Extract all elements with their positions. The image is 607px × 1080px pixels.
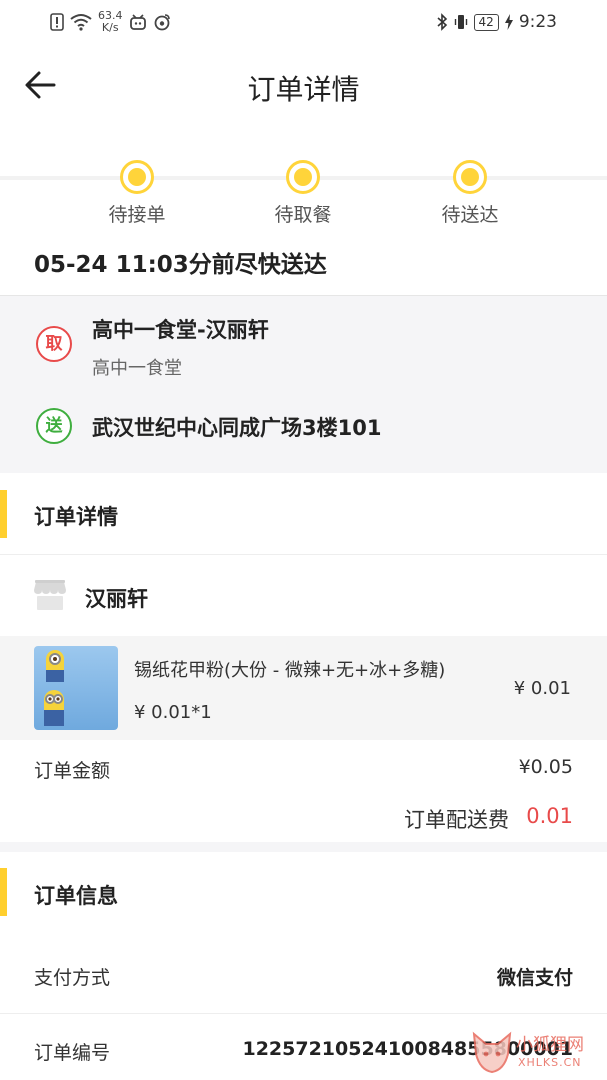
app-header: 订单详情 xyxy=(0,46,607,130)
tv-app-icon xyxy=(129,14,146,30)
section-gap xyxy=(0,463,607,473)
delivery-fee-value: 0.01 xyxy=(526,804,573,828)
order-amount-value: ¥0.05 xyxy=(518,756,573,778)
item-name: 锡纸花甲粉(大份 - 微辣+无+冰+多糖) xyxy=(134,660,446,681)
step-dot xyxy=(453,160,487,194)
step-label: 待送达 xyxy=(441,204,499,226)
network-speed-unit: K/s xyxy=(101,21,119,34)
step-dot xyxy=(286,160,320,194)
store-icon xyxy=(34,580,66,610)
dropoff-badge: 送 xyxy=(36,408,72,444)
section-gap xyxy=(0,842,607,852)
order-item-row[interactable]: 锡纸花甲粉(大份 - 微辣+无+冰+多糖) ¥ 0.01*1 ¥ 0.01 xyxy=(0,636,607,740)
watermark-subtext: XHLKS.CN xyxy=(518,1056,582,1069)
battery-indicator: 42 xyxy=(473,13,499,31)
section-accent-bar xyxy=(0,868,7,916)
order-info-title: 订单信息 xyxy=(34,884,118,908)
store-name: 汉丽轩 xyxy=(85,587,148,611)
step-awaiting-pickup: 待取餐 xyxy=(243,160,363,227)
pickup-badge: 取 xyxy=(36,326,72,362)
pickup-shop-name: 高中一食堂-汉丽轩 xyxy=(92,318,269,342)
divider xyxy=(0,1013,607,1014)
charging-icon xyxy=(504,14,513,30)
step-awaiting-accept: 待接单 xyxy=(77,160,197,227)
dropoff-address: 武汉世纪中心同成广场3楼101 xyxy=(92,416,382,440)
delivery-deadline: 05-24 11:03分前尽快送达 xyxy=(34,252,327,278)
step-dot xyxy=(120,160,154,194)
fox-logo-icon xyxy=(472,1031,512,1074)
order-amount-label: 订单金额 xyxy=(34,760,111,782)
item-thumbnail xyxy=(34,646,118,730)
step-awaiting-delivery: 待送达 xyxy=(410,160,530,227)
status-left: 63.4 K/s xyxy=(50,10,171,34)
site-watermark: 小狐狸网 XHLKS.CN xyxy=(470,1028,607,1080)
weibo-app-icon xyxy=(154,14,170,31)
network-speed: 63.4 K/s xyxy=(98,10,123,34)
bluetooth-icon xyxy=(437,13,447,31)
order-number-label: 订单编号 xyxy=(34,1042,111,1064)
pickup-shop-location: 高中一食堂 xyxy=(92,358,182,379)
watermark-text: 小狐狸网 xyxy=(516,1035,584,1055)
section-accent-bar xyxy=(0,490,7,538)
page-title: 订单详情 xyxy=(247,73,360,106)
alert-sim-icon xyxy=(50,13,64,31)
step-label: 待接单 xyxy=(108,204,166,226)
item-price: ¥ 0.01 xyxy=(513,678,571,699)
address-card: 取 高中一食堂-汉丽轩 高中一食堂 送 武汉世纪中心同成广场3楼101 xyxy=(0,295,607,464)
status-bar: 63.4 K/s 42 9:23 xyxy=(0,0,607,46)
payment-method-label: 支付方式 xyxy=(34,967,111,989)
step-label: 待取餐 xyxy=(274,204,332,226)
status-right: 42 9:23 xyxy=(436,12,557,32)
vibrate-icon xyxy=(454,15,467,29)
minion-image xyxy=(34,646,118,730)
delivery-fee-label: 订单配送费 xyxy=(404,808,509,832)
item-unit-price-qty: ¥ 0.01*1 xyxy=(134,702,212,723)
order-details-title: 订单详情 xyxy=(34,505,118,529)
divider xyxy=(0,554,607,555)
clock: 9:23 xyxy=(518,12,557,32)
wifi-icon xyxy=(70,14,92,31)
payment-method-value: 微信支付 xyxy=(496,967,573,989)
